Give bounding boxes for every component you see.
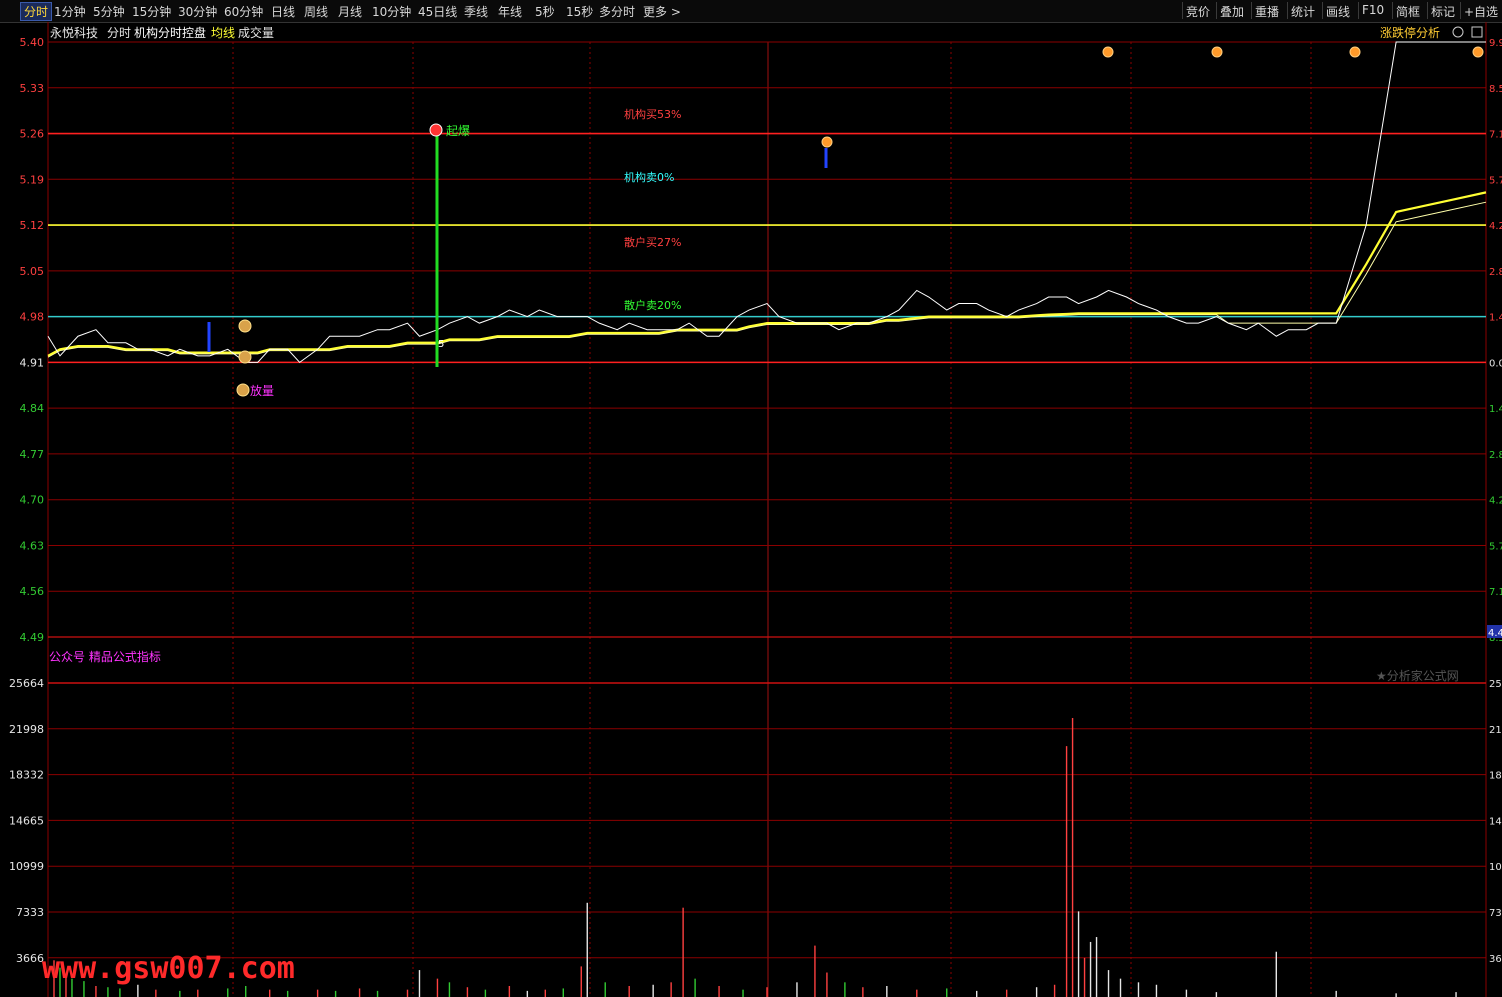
- indicator-name: 机构分时控盘: [134, 25, 206, 40]
- vol-right-tick-2: 18: [1489, 771, 1502, 782]
- vol-right-tick-5: 73: [1489, 908, 1502, 919]
- vol-right-tick-6: 36: [1489, 954, 1502, 965]
- explode-label: 起爆: [446, 124, 470, 138]
- vol-tick-3: 14665: [9, 814, 44, 827]
- vol-tick-2: 18332: [9, 769, 44, 782]
- mode-label: 分时: [107, 26, 131, 40]
- money-bag-icon: [238, 350, 252, 364]
- hand-pointer-icon: [1472, 46, 1484, 58]
- vol-tick-4: 10999: [9, 860, 44, 873]
- pct-tick-10: 4.2: [1489, 496, 1502, 507]
- price-tick-10: 4.70: [20, 494, 45, 507]
- current-pct-text: 4.4: [1488, 628, 1502, 639]
- price-tick-1: 5.33: [20, 82, 45, 95]
- site-url-watermark: www.gsw007.com: [42, 951, 295, 986]
- price-panel: [47, 41, 1487, 397]
- limit-analysis-button: 涨跌停分析: [1380, 25, 1440, 40]
- retail-buy-label: 散户买27%: [624, 235, 681, 249]
- vol-right-tick-1: 21: [1489, 725, 1502, 736]
- hand-pointer-icon: [1102, 46, 1114, 58]
- pct-tick-11: 5.7: [1489, 541, 1502, 552]
- inst-buy-label: 机构买53%: [624, 107, 681, 121]
- pct-tick-3: 5.7: [1489, 175, 1502, 186]
- zoom-icon: [1452, 26, 1464, 38]
- labels: 5.40 9.9 5.33 8.5 5.26 7.1 5.19 5.7 5.12 4.2 5.05 2…: [9, 25, 1502, 986]
- hand-pointer-icon: [1349, 46, 1361, 58]
- indicator-source-label: 公众号 精品公式指标: [49, 649, 161, 664]
- pct-tick-12: 7.1: [1489, 587, 1502, 598]
- explode-icon: [429, 123, 443, 137]
- price-tick-4: 5.12: [20, 219, 45, 232]
- pct-tick-2: 7.1: [1489, 130, 1502, 141]
- pct-tick-5: 2.8: [1489, 267, 1502, 278]
- pct-tick-0: 9.9: [1489, 38, 1502, 49]
- vol-tick-5: 7333: [16, 906, 44, 919]
- pct-tick-6: 1.4: [1489, 313, 1502, 324]
- small-5-label: 5: [438, 339, 444, 350]
- vol-right-tick-3: 14: [1489, 816, 1502, 827]
- price-tick-8: 4.84: [20, 402, 45, 415]
- price-tick-2: 5.26: [20, 128, 45, 141]
- volume-tag-label: 放量: [250, 383, 274, 398]
- pct-tick-1: 8.5: [1489, 84, 1502, 95]
- price-tick-12: 4.56: [20, 585, 45, 598]
- price-tick-5: 5.05: [20, 265, 45, 278]
- retail-sell-label: 散户卖20%: [624, 298, 681, 312]
- inst-sell-label: 机构卖0%: [624, 170, 674, 184]
- hand-pointer-icon: [821, 136, 833, 148]
- vol-right-tick-0: 25: [1489, 679, 1502, 690]
- price-tick-11: 4.63: [20, 539, 45, 552]
- money-bag-icon: [236, 383, 250, 397]
- window-icon: [1471, 26, 1483, 38]
- price-tick-0: 5.40: [20, 36, 45, 49]
- price-tick-9: 4.77: [20, 448, 45, 461]
- avg-label: 均线: [211, 26, 235, 40]
- pct-tick-8: 1.4: [1489, 404, 1502, 415]
- intraday-chart: 5.40 9.9 5.33 8.5 5.26 7.1 5.19 5.7 5.12 4.2 5.05 2…: [9, 22, 1502, 997]
- vol-tick-0: 25664: [9, 677, 44, 690]
- price-tick-6: 4.98: [20, 311, 45, 324]
- grid: [47, 22, 1487, 997]
- vol-label: 成交量: [238, 25, 274, 40]
- money-bag-icon: [238, 319, 252, 333]
- price-tick-3: 5.19: [20, 173, 45, 186]
- pct-tick-7: 0.0: [1489, 358, 1502, 369]
- vol-right-tick-4: 10: [1489, 862, 1502, 873]
- vol-tick-6: 3666: [16, 952, 44, 965]
- stock-name: 永悦科技: [50, 26, 98, 40]
- price-tick-13: 4.49: [20, 631, 45, 644]
- price-tick-7: 4.91: [20, 356, 45, 369]
- site-watermark: ★分析家公式网: [1376, 668, 1459, 683]
- hand-pointer-icon: [1211, 46, 1223, 58]
- vol-tick-1: 21998: [9, 723, 44, 736]
- pct-tick-4: 4.2: [1489, 221, 1502, 232]
- pct-tick-9: 2.8: [1489, 450, 1502, 461]
